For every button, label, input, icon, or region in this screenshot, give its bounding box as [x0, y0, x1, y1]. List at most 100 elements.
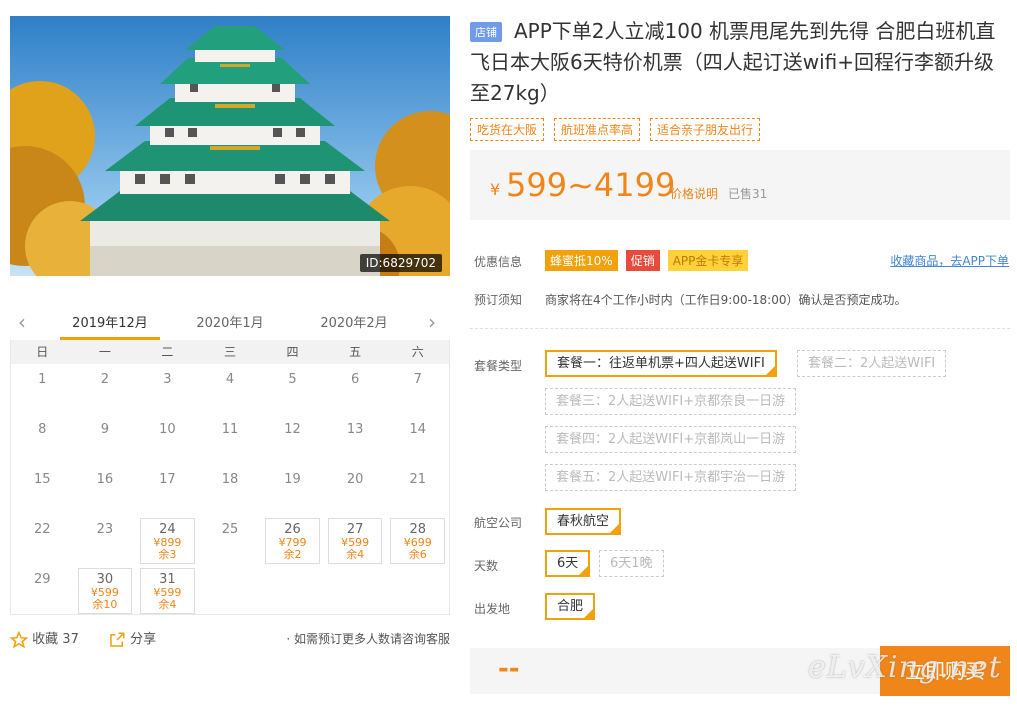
days-option-6-1[interactable]: 6天1晚: [599, 550, 664, 577]
package-option-5[interactable]: 套餐五：2人起送WIFI+京都宇治一日游: [545, 464, 797, 491]
day-number: 3: [163, 372, 172, 387]
calendar-day: 18: [199, 464, 262, 514]
airline-option[interactable]: 春秋航空: [545, 508, 622, 535]
day-stock: 余4: [158, 598, 177, 611]
calendar-day[interactable]: 24 ¥899 余3: [140, 518, 195, 564]
calendar-day: 25: [199, 514, 262, 564]
day-number: 29: [34, 572, 51, 587]
calendar-day: 22: [11, 514, 74, 564]
day-number: 20: [346, 472, 364, 487]
package-option-3[interactable]: 套餐三：2人起送WIFI+京都奈良一日游: [545, 388, 797, 415]
shop-badge: 店铺: [470, 22, 502, 42]
weekday-mon: 一: [98, 345, 111, 359]
calendar-day: 23: [74, 514, 137, 564]
notice-label: 预订须知: [474, 293, 523, 307]
day-number: 16: [96, 472, 114, 487]
calendar-day: 17: [136, 464, 199, 514]
star-icon: [10, 630, 28, 648]
currency-symbol: ¥: [490, 180, 501, 199]
calendar-day: 11: [199, 414, 262, 464]
booking-notice: 商家将在4个工作小时内（工作日9:00-18:00）确认是否预定成功。: [545, 293, 907, 307]
calendar-month-nav: ‹ 2019年12月 2020年1月 2020年2月 ›: [10, 304, 450, 340]
weekday-sun: 日: [36, 345, 49, 359]
day-stock: 余10: [92, 598, 118, 611]
calendar-day[interactable]: 28 ¥699 余6: [390, 518, 445, 564]
calendar-day: 9: [74, 414, 137, 464]
sale-badge: 促销: [625, 250, 660, 271]
day-number: 6: [350, 372, 360, 387]
weekday-wed: 三: [223, 345, 236, 359]
favorite-count: 37: [62, 632, 79, 647]
calendar-day: 13: [324, 414, 387, 464]
day-number: 2: [100, 372, 109, 387]
chevron-right-icon[interactable]: ›: [428, 310, 436, 334]
promo-label: 优惠信息: [474, 255, 523, 269]
day-stock: 余6: [408, 548, 427, 561]
day-number: 18: [221, 472, 239, 487]
calendar-day: 16: [74, 464, 137, 514]
product-title: APP下单2人立减100 机票甩尾先到先得 合肥白班机直飞日本大阪6天特价机票（…: [470, 19, 996, 105]
day-number: 1: [38, 372, 47, 387]
day-number: 31: [159, 572, 176, 587]
osaka-castle-image: [10, 16, 450, 276]
day-number: 15: [34, 472, 51, 487]
day-number: 14: [409, 422, 426, 437]
price-box: ¥ 599~4199 价格说明 已售31: [470, 150, 1010, 220]
price-explain-link[interactable]: 价格说明: [670, 185, 718, 202]
calendar-day: 20: [324, 464, 387, 514]
tab-month-2020-01[interactable]: 2020年1月: [180, 312, 280, 331]
calendar-day: 21: [386, 464, 449, 514]
day-number: 26: [284, 522, 301, 537]
tab-month-2019-12[interactable]: 2019年12月: [60, 312, 160, 331]
calendar-day[interactable]: 31 ¥599 余4: [140, 568, 195, 614]
share-label: 分享: [130, 632, 157, 647]
day-number: 30: [96, 572, 114, 587]
package-label: 套餐类型: [474, 359, 523, 373]
weekday-tue: 二: [161, 345, 174, 359]
feature-tag: 适合亲子朋友出行: [650, 118, 761, 141]
calendar-day[interactable]: 27 ¥599 余4: [327, 518, 383, 564]
calendar-day[interactable]: 26 ¥799 余2: [265, 518, 320, 564]
share-button[interactable]: 分享: [108, 628, 156, 649]
promo-badges: 蜂蜜抵10% 促销 APP金卡专享: [545, 250, 749, 271]
calendar-day: 19: [261, 464, 324, 514]
day-stock: 余2: [283, 548, 302, 561]
favorite-app-order-link[interactable]: 收藏商品，去APP下单: [890, 252, 1009, 269]
consult-notice: · 如需预订更多人数请咨询客服: [286, 632, 450, 646]
package-option-4[interactable]: 套餐四：2人起送WIFI+京都岚山一日游: [545, 426, 797, 453]
day-number: 8: [38, 422, 47, 437]
calendar-day: 10: [136, 414, 199, 464]
days-label: 天数: [474, 559, 499, 573]
day-number: 22: [34, 522, 51, 537]
favorite-button[interactable]: 收藏 37: [10, 628, 79, 649]
day-number: 4: [225, 372, 235, 387]
day-number: 19: [284, 472, 301, 487]
calendar-day: 1: [11, 364, 74, 414]
calendar-day: 3: [136, 364, 199, 414]
day-number: 23: [96, 522, 114, 537]
buy-now-button[interactable]: 立即购买: [880, 646, 1010, 696]
favorite-share-bar: 收藏 37 分享 · 如需预订更多人数请咨询客服: [10, 628, 450, 652]
day-number: 12: [284, 422, 301, 437]
day-number: 25: [221, 522, 239, 537]
day-number: 5: [288, 372, 297, 387]
package-option-2[interactable]: 套餐二：2人起送WIFI: [797, 350, 947, 377]
total-price: --: [498, 654, 520, 684]
day-number: 28: [409, 522, 426, 537]
package-option-1[interactable]: 套餐一：往返单机票+四人起送WIFI: [545, 350, 777, 377]
feature-tags: 吃货在大阪 航班准点率高 适合亲子朋友出行: [470, 118, 761, 141]
calendar-day: 14: [386, 414, 449, 464]
weekday-sat: 六: [411, 345, 424, 359]
calendar-weekday-header: 日 一 二 三 四 五 六: [11, 340, 449, 364]
days-option-6[interactable]: 6天: [545, 550, 591, 577]
weekday-fri: 五: [349, 345, 362, 359]
tab-month-2020-02[interactable]: 2020年2月: [304, 312, 404, 331]
product-image[interactable]: ID:6829702: [10, 16, 450, 276]
chevron-left-icon[interactable]: ‹: [18, 310, 26, 334]
day-number: 9: [100, 422, 109, 437]
favorite-label: 收藏: [32, 632, 59, 647]
price-range: 599~4199: [506, 166, 676, 204]
origin-option[interactable]: 合肥: [545, 593, 596, 620]
calendar-day: 4: [199, 364, 262, 414]
calendar-day[interactable]: 30 ¥599 余10: [77, 568, 133, 614]
